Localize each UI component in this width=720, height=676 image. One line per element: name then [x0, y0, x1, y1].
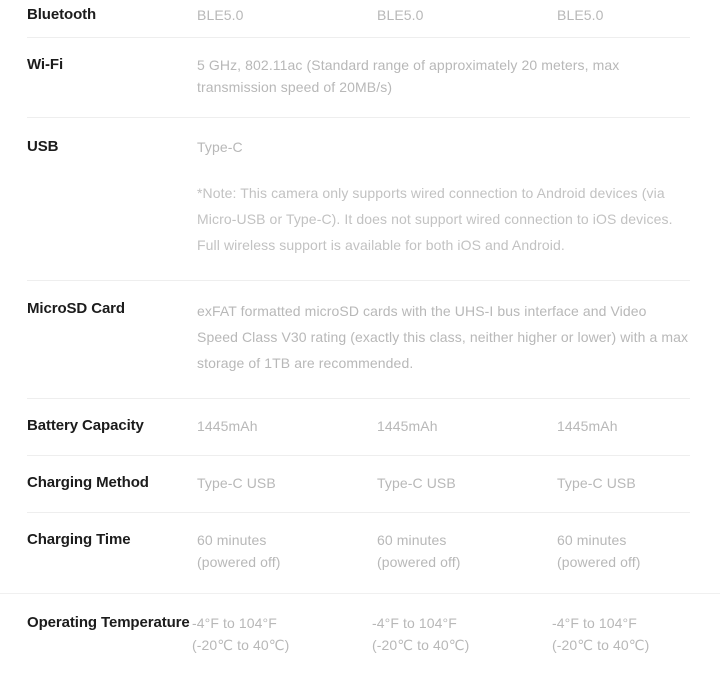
table-cell: Type-C USB	[197, 475, 276, 491]
row-values: Type-C *Note: This camera only supports …	[197, 136, 690, 258]
row-values: BLE5.0 BLE5.0 BLE5.0	[197, 4, 720, 26]
table-cell: BLE5.0	[197, 7, 244, 23]
row-divider	[27, 117, 690, 118]
table-row: Charging Time 60 minutes (powered off) 6…	[0, 512, 720, 593]
table-row: Operating Temperature -4°F to 104°F (-20…	[0, 593, 720, 676]
row-divider	[27, 512, 690, 513]
row-label-operating-temperature: Operating Temperature	[27, 614, 190, 631]
table-row: USB Type-C *Note: This camera only suppo…	[0, 117, 720, 280]
table-cell: 60 minutes (powered off)	[377, 532, 461, 570]
table-cell: 60 minutes (powered off)	[197, 532, 281, 570]
table-row: Charging Method Type-C USB Type-C USB Ty…	[0, 455, 720, 512]
table-row: MicroSD Card exFAT formatted microSD car…	[0, 280, 720, 398]
table-cell: 1445mAh	[557, 418, 618, 434]
row-label-bluetooth: Bluetooth	[27, 6, 97, 23]
row-label-battery-capacity: Battery Capacity	[27, 417, 144, 434]
row-divider	[27, 280, 690, 281]
row-label-wifi: Wi-Fi	[27, 56, 64, 73]
row-values: exFAT formatted microSD cards with the U…	[197, 298, 690, 376]
row-label-microsd-card: MicroSD Card	[27, 300, 125, 317]
table-cell: -4°F to 104°F (-20℃ to 40℃)	[372, 615, 470, 653]
row-values: 1445mAh 1445mAh 1445mAh	[197, 415, 720, 437]
table-cell: 60 minutes (powered off)	[557, 532, 641, 570]
table-cell: 1445mAh	[377, 418, 438, 434]
table-row: Bluetooth BLE5.0 BLE5.0 BLE5.0	[0, 0, 720, 37]
row-divider	[27, 455, 690, 456]
table-cell: Type-C USB	[377, 475, 456, 491]
specification-comparison-table: Bluetooth BLE5.0 BLE5.0 BLE5.0 Wi-Fi 5 G…	[0, 0, 720, 676]
row-values: -4°F to 104°F (-20℃ to 40℃) -4°F to 104°…	[192, 612, 720, 656]
row-divider	[0, 593, 720, 594]
table-row: Battery Capacity 1445mAh 1445mAh 1445mAh	[0, 398, 720, 455]
row-values: Type-C USB Type-C USB Type-C USB	[197, 472, 720, 494]
table-cell: exFAT formatted microSD cards with the U…	[197, 303, 689, 371]
row-label-usb: USB	[27, 138, 59, 155]
table-cell: -4°F to 104°F (-20℃ to 40℃)	[192, 615, 290, 653]
table-cell: 1445mAh	[197, 418, 258, 434]
table-cell: BLE5.0	[377, 7, 424, 23]
table-cell: -4°F to 104°F (-20℃ to 40℃)	[552, 615, 650, 653]
table-cell: BLE5.0	[557, 7, 604, 23]
table-row: Wi-Fi 5 GHz, 802.11ac (Standard range of…	[0, 37, 720, 117]
row-divider	[27, 37, 690, 38]
table-cell: 5 GHz, 802.11ac (Standard range of appro…	[197, 57, 620, 95]
row-divider	[27, 398, 690, 399]
usb-note: *Note: This camera only supports wired c…	[197, 185, 673, 253]
table-cell: Type-C	[197, 139, 243, 155]
row-values: 5 GHz, 802.11ac (Standard range of appro…	[197, 54, 690, 98]
row-label-charging-method: Charging Method	[27, 474, 149, 491]
table-cell: Type-C USB	[557, 475, 636, 491]
row-label-charging-time: Charging Time	[27, 531, 131, 548]
row-values: 60 minutes (powered off) 60 minutes (pow…	[197, 529, 720, 573]
